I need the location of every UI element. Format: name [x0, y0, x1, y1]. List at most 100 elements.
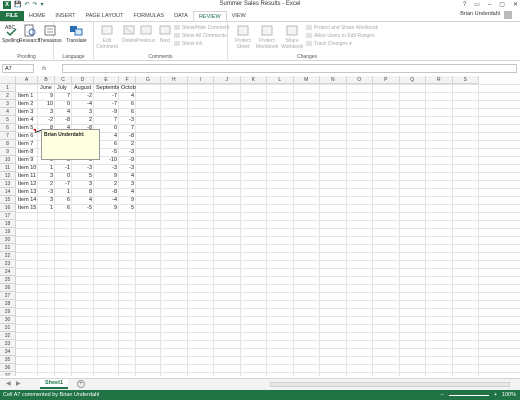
row-header[interactable]: 7 [0, 132, 16, 140]
value-cell[interactable]: -9 [119, 156, 136, 164]
value-cell[interactable]: 1 [38, 164, 55, 172]
value-cell[interactable]: -7 [55, 180, 72, 188]
worksheet-grid[interactable]: A B C D E F G H I J K L M N O P Q R S 1 2 3 4 5 6 7 8 9 10 11 12 13 14 15… [0, 76, 520, 376]
formula-input[interactable] [62, 64, 517, 73]
value-cell[interactable]: -4 [94, 196, 119, 204]
value-cell[interactable]: -3 [119, 148, 136, 156]
value-cell[interactable]: -8 [55, 116, 72, 124]
row-header[interactable]: 37 [0, 372, 16, 376]
user-avatar[interactable] [504, 11, 512, 19]
row-label-cell[interactable]: Item 4 [16, 116, 38, 124]
row-header[interactable]: 6 [0, 124, 16, 132]
comment-box[interactable]: Brian Underdahl: [41, 129, 100, 160]
select-all-corner[interactable] [0, 76, 16, 84]
row-header[interactable]: 2 [0, 92, 16, 100]
row-header[interactable]: 13 [0, 180, 16, 188]
tab-page-layout[interactable]: PAGE LAYOUT [81, 11, 129, 21]
column-header[interactable]: E [94, 76, 119, 84]
row-label-cell[interactable]: Item 7 [16, 140, 38, 148]
value-cell[interactable]: -7 [94, 100, 119, 108]
column-header[interactable]: N [320, 76, 347, 84]
value-cell[interactable]: -3 [119, 116, 136, 124]
value-cell[interactable]: 3 [38, 196, 55, 204]
help-icon[interactable]: ? [463, 0, 466, 10]
column-header[interactable]: F [119, 76, 136, 84]
tab-sheet1[interactable]: Sheet1 [40, 379, 68, 389]
tab-review[interactable]: REVIEW [192, 11, 227, 21]
allow-users-button[interactable]: Allow Users to Edit Ranges [306, 33, 375, 40]
name-box[interactable]: A7 [2, 64, 34, 73]
value-cell[interactable]: -9 [94, 108, 119, 116]
column-header[interactable]: B [38, 76, 55, 84]
value-cell[interactable]: 3 [38, 108, 55, 116]
track-changes-button[interactable]: Track Changes ▾ [306, 41, 352, 48]
row-header[interactable]: 1 [0, 84, 16, 92]
row-header[interactable]: 33 [0, 340, 16, 348]
value-cell[interactable]: 2 [119, 140, 136, 148]
value-cell[interactable]: -8 [94, 188, 119, 196]
row-header[interactable]: 34 [0, 348, 16, 356]
value-cell[interactable]: 9 [119, 196, 136, 204]
spelling-button[interactable]: ABC Spelling [2, 24, 20, 44]
row-header[interactable]: 20 [0, 236, 16, 244]
row-label-cell[interactable]: Item 10 [16, 164, 38, 172]
column-header[interactable]: J [214, 76, 241, 84]
value-cell[interactable]: 6 [119, 108, 136, 116]
value-cell[interactable]: 5 [119, 204, 136, 212]
row-header[interactable]: 3 [0, 100, 16, 108]
value-cell[interactable]: 9 [38, 92, 55, 100]
value-cell[interactable]: 9 [94, 204, 119, 212]
column-header[interactable]: C [55, 76, 72, 84]
row-header[interactable]: 28 [0, 300, 16, 308]
row-header[interactable]: 36 [0, 364, 16, 372]
column-header[interactable]: I [187, 76, 214, 84]
save-icon[interactable]: 💾 [14, 1, 21, 9]
fx-icon[interactable]: fx [42, 66, 46, 72]
ribbon-display-icon[interactable]: ▭ [474, 0, 480, 10]
value-cell[interactable]: -3 [38, 188, 55, 196]
value-cell[interactable]: 3 [72, 108, 94, 116]
value-cell[interactable]: -4 [72, 100, 94, 108]
add-sheet-icon[interactable]: + [77, 380, 85, 388]
row-header[interactable]: 11 [0, 164, 16, 172]
value-cell[interactable]: 3 [38, 172, 55, 180]
value-cell[interactable]: 1 [55, 188, 72, 196]
column-header[interactable]: Q [399, 76, 426, 84]
row-header[interactable]: 16 [0, 204, 16, 212]
value-cell[interactable]: 2 [94, 180, 119, 188]
column-header[interactable]: O [346, 76, 373, 84]
row-header[interactable]: 32 [0, 332, 16, 340]
row-header[interactable]: 25 [0, 276, 16, 284]
row-header[interactable]: 12 [0, 172, 16, 180]
row-label-cell[interactable]: Item 8 [16, 148, 38, 156]
column-header[interactable]: P [373, 76, 400, 84]
undo-icon[interactable]: ↶ [24, 1, 29, 9]
value-cell[interactable]: -3 [94, 164, 119, 172]
row-label-cell[interactable]: Item 6 [16, 132, 38, 140]
value-cell[interactable]: 9 [94, 172, 119, 180]
value-cell[interactable]: 4 [119, 172, 136, 180]
sheet-next-icon[interactable]: ▶ [16, 380, 21, 387]
value-cell[interactable]: 6 [119, 100, 136, 108]
row-header[interactable]: 23 [0, 260, 16, 268]
value-cell[interactable]: 1 [38, 204, 55, 212]
share-workbook-button[interactable]: Share Workbook [281, 24, 303, 50]
column-header[interactable]: K [240, 76, 267, 84]
row-header[interactable]: 4 [0, 108, 16, 116]
tab-file[interactable]: FILE [0, 11, 24, 21]
row-header[interactable]: 15 [0, 196, 16, 204]
value-cell[interactable]: -5 [72, 204, 94, 212]
column-header[interactable]: R [426, 76, 453, 84]
value-cell[interactable]: 6 [55, 196, 72, 204]
row-label-cell[interactable]: Item 2 [16, 100, 38, 108]
value-cell[interactable]: 4 [72, 196, 94, 204]
value-cell[interactable]: 2 [72, 116, 94, 124]
row-header[interactable]: 27 [0, 292, 16, 300]
column-header[interactable]: A [16, 76, 38, 84]
row-header[interactable]: 24 [0, 268, 16, 276]
close-icon[interactable]: ✕ [513, 0, 518, 10]
edit-comment-button[interactable]: Edit Comment [96, 24, 118, 50]
value-cell[interactable]: 8 [72, 188, 94, 196]
minimize-icon[interactable]: – [488, 0, 491, 10]
value-cell[interactable]: -3 [119, 164, 136, 172]
